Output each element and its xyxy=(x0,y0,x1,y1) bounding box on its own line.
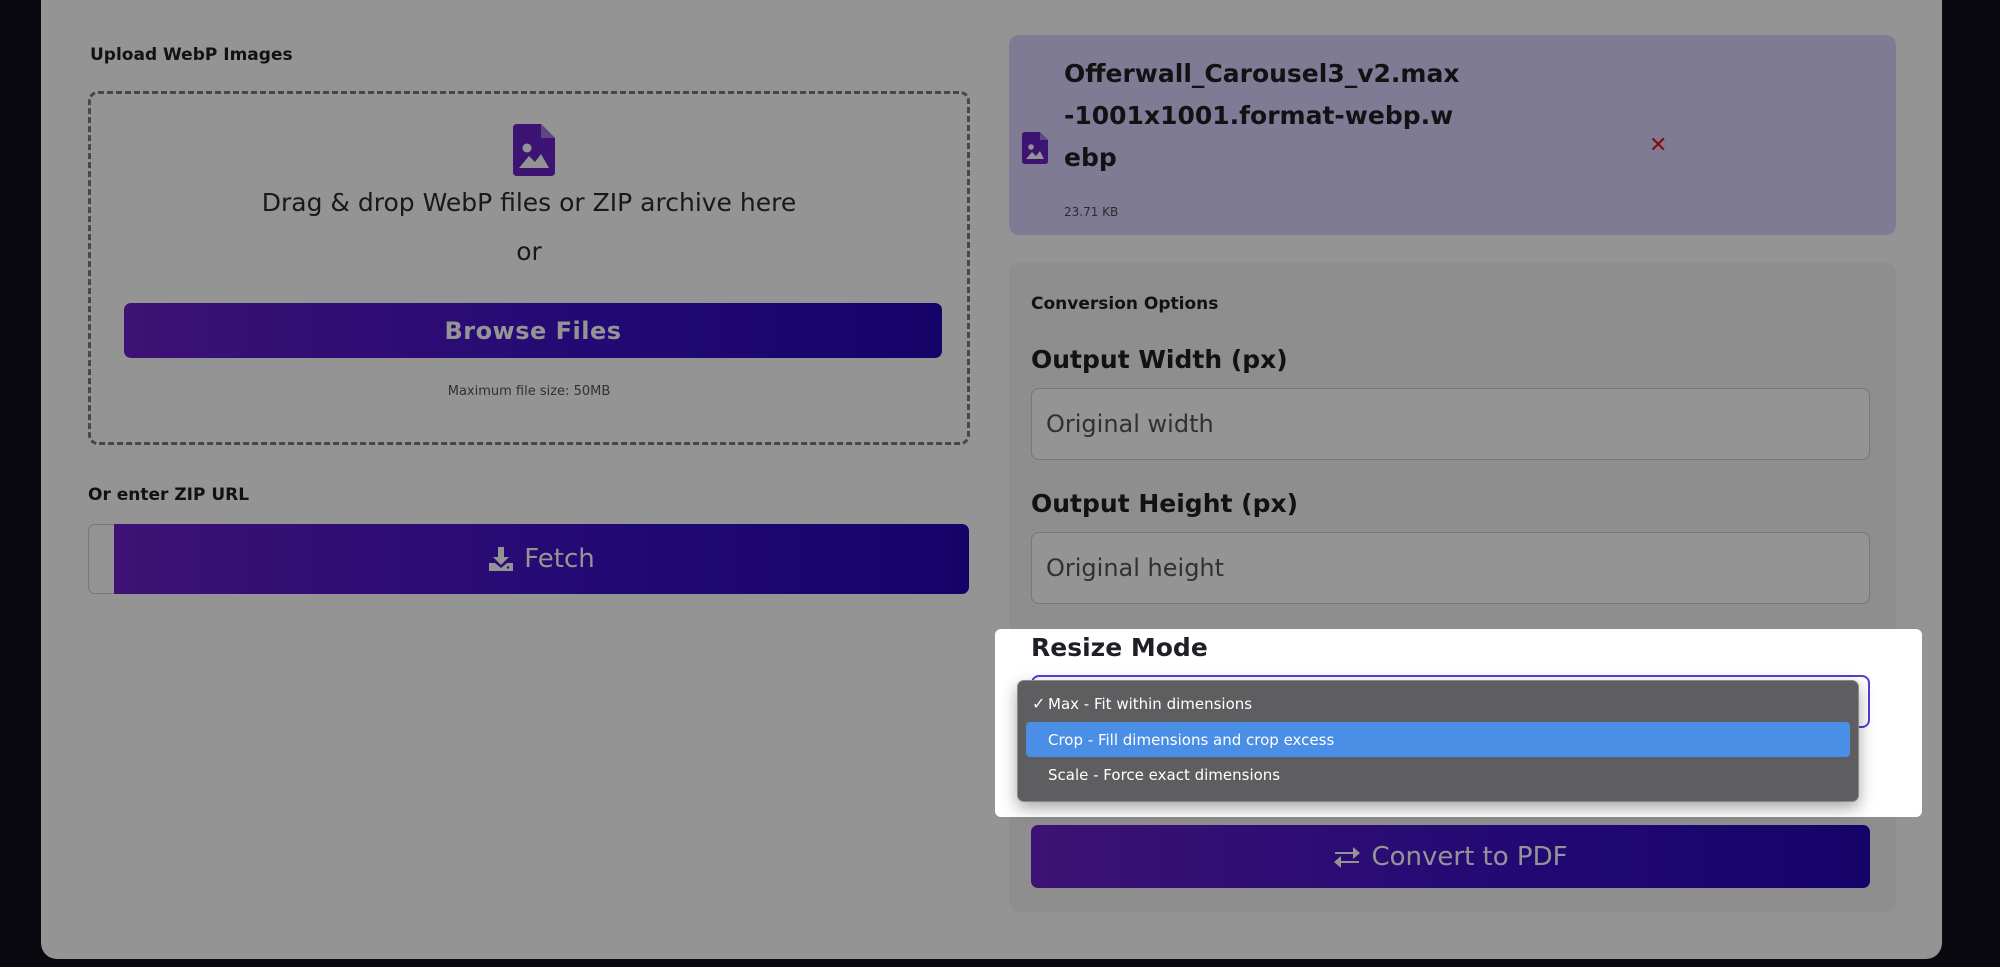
remove-file-button[interactable]: ✕ xyxy=(1649,133,1667,158)
download-icon xyxy=(489,547,514,571)
menu-item-label: Scale - Force exact dimensions xyxy=(1048,765,1281,784)
image-file-icon xyxy=(513,124,555,176)
output-height-input[interactable]: Original height xyxy=(1031,532,1870,604)
resize-mode-label: Resize Mode xyxy=(1031,633,1208,662)
image-file-icon xyxy=(1022,132,1048,164)
resize-mode-dropdown-menu: ✓ Max - Fit within dimensions Crop - Fil… xyxy=(1017,680,1859,802)
menu-item-max[interactable]: ✓ Max - Fit within dimensions xyxy=(1026,686,1850,721)
zip-url-label: Or enter ZIP URL xyxy=(88,485,250,505)
or-divider-text: or xyxy=(516,237,542,266)
menu-item-crop[interactable]: Crop - Fill dimensions and crop excess xyxy=(1026,722,1850,757)
upload-section-label: Upload WebP Images xyxy=(90,45,293,65)
conversion-options-title: Conversion Options xyxy=(1031,294,1219,314)
output-width-placeholder: Original width xyxy=(1046,410,1214,438)
max-file-size-note: Maximum file size: 50MB xyxy=(447,384,611,399)
file-name: Offerwall_Carousel3_v2.max-1001x1001.for… xyxy=(1064,59,1460,172)
uploaded-file-card: Offerwall_Carousel3_v2.max-1001x1001.for… xyxy=(1009,35,1896,235)
menu-item-label: Crop - Fill dimensions and crop excess xyxy=(1048,730,1335,749)
checkmark-icon: ✓ xyxy=(1032,694,1046,713)
menu-item-scale[interactable]: Scale - Force exact dimensions xyxy=(1026,757,1850,792)
zip-url-input[interactable] xyxy=(88,524,114,594)
swap-arrows-icon xyxy=(1334,846,1361,868)
output-height-label: Output Height (px) xyxy=(1031,489,1299,518)
convert-label: Convert to PDF xyxy=(1371,841,1568,872)
menu-item-label: Max - Fit within dimensions xyxy=(1048,694,1253,713)
file-size: 23.71 KB xyxy=(1064,205,1119,219)
drop-instructions: Drag & drop WebP files or ZIP archive he… xyxy=(261,188,797,217)
convert-to-pdf-button[interactable]: Convert to PDF xyxy=(1031,825,1870,888)
output-height-placeholder: Original height xyxy=(1046,554,1225,582)
output-width-input[interactable]: Original width xyxy=(1031,388,1870,460)
fetch-label: Fetch xyxy=(524,544,595,574)
output-width-label: Output Width (px) xyxy=(1031,345,1288,374)
fetch-button[interactable]: Fetch xyxy=(114,524,969,594)
browse-files-button[interactable]: Browse Files xyxy=(124,303,942,358)
